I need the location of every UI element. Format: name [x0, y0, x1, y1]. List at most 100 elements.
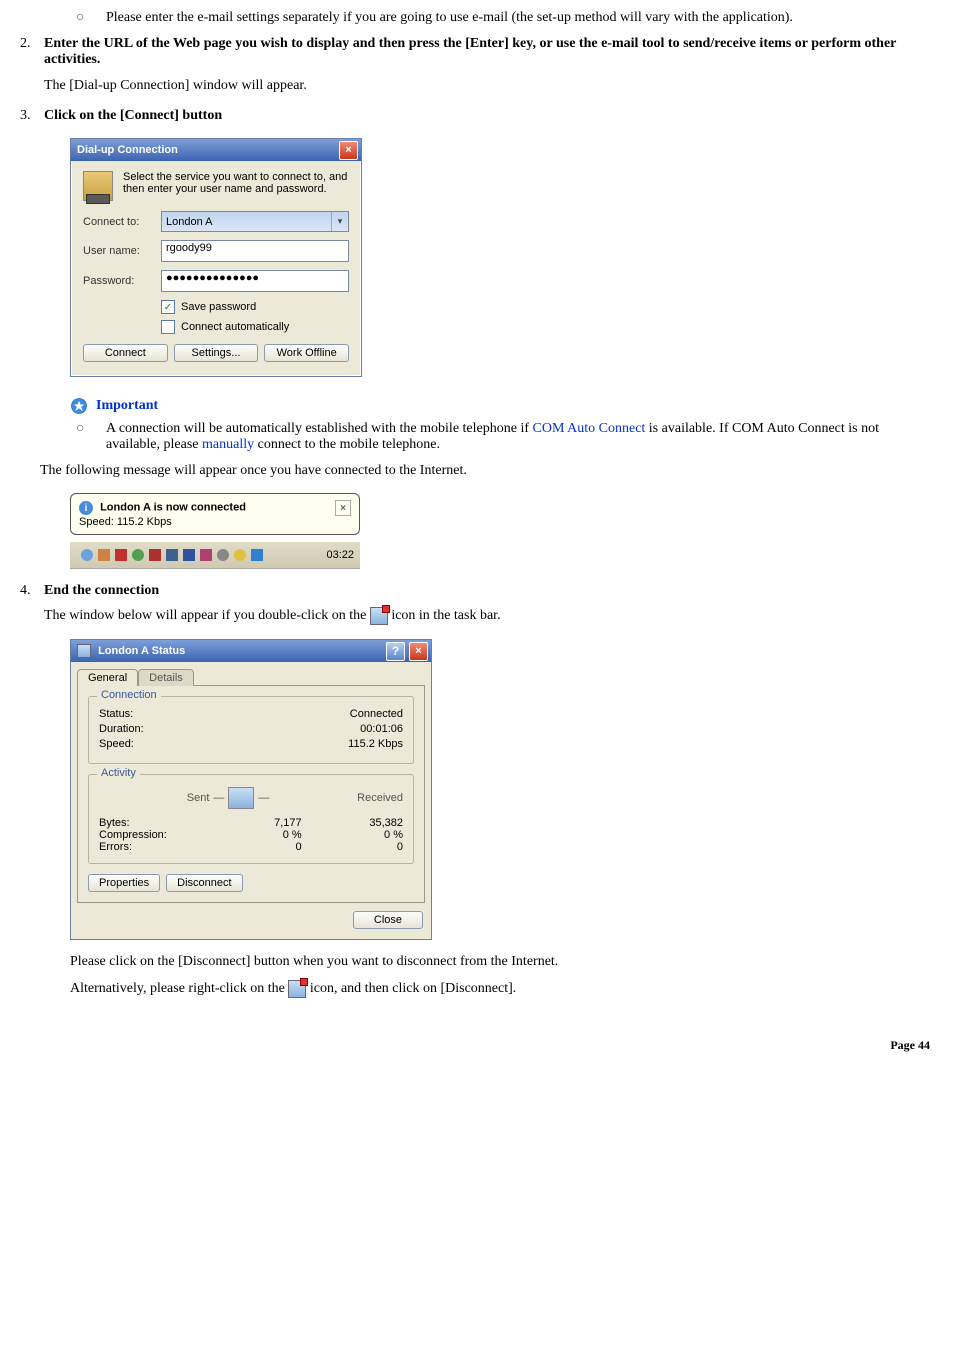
close-icon[interactable]: ×	[335, 500, 351, 516]
tray-icon[interactable]	[165, 548, 179, 562]
end-line1: Please click on the [Disconnect] button …	[70, 954, 934, 970]
work-offline-button[interactable]: Work Offline	[264, 344, 349, 362]
status-titlebar: London A Status ? ×	[71, 640, 431, 662]
dialup-title: Dial-up Connection	[77, 144, 178, 156]
dialup-titlebar: Dial-up Connection ×	[71, 139, 361, 161]
step3-title: Click on the [Connect] button	[44, 108, 934, 124]
important-post: connect to the mobile telephone.	[254, 437, 440, 452]
tab-details[interactable]: Details	[138, 669, 194, 686]
step4-line: The window below will appear if you doub…	[44, 607, 934, 625]
step4-pre: The window below will appear if you doub…	[44, 608, 370, 623]
step2-note: The [Dial-up Connection] window will app…	[44, 78, 934, 94]
status-dialog: London A Status ? × General Details Conn…	[70, 639, 432, 940]
tray-icon[interactable]	[148, 548, 162, 562]
post-important-text: The following message will appear once y…	[40, 463, 934, 479]
speed-value: 115.2 Kbps	[348, 738, 403, 750]
connect-button[interactable]: Connect	[83, 344, 168, 362]
modem-icon	[83, 171, 113, 201]
checkbox-checked-icon: ✓	[161, 300, 175, 314]
tray-icon[interactable]	[233, 548, 247, 562]
username-value: rgoody99	[166, 242, 212, 254]
sent-label: Sent	[187, 792, 210, 804]
com-auto-connect-link[interactable]: COM Auto Connect	[533, 421, 646, 436]
help-icon[interactable]: ?	[386, 642, 405, 661]
checkbox-icon	[161, 320, 175, 334]
page-number: Page 44	[20, 1038, 934, 1053]
end2-post: icon, and then click on [Disconnect].	[306, 981, 516, 996]
tray-icon[interactable]	[80, 548, 94, 562]
step-num: 3.	[20, 108, 44, 124]
end2-pre: Alternatively, please right-click on the	[70, 981, 288, 996]
tray-icon[interactable]	[114, 548, 128, 562]
comp-sent: 0 %	[200, 829, 301, 841]
save-password-label: Save password	[181, 301, 256, 313]
step4-title: End the connection	[44, 583, 934, 599]
settings-button[interactable]: Settings...	[174, 344, 259, 362]
important-pre: A connection will be automatically estab…	[106, 421, 533, 436]
balloon-title: London A is now connected	[100, 502, 246, 514]
group-activity: Activity	[97, 767, 140, 779]
username-label: User name:	[83, 245, 161, 257]
system-tray: 03:22	[70, 541, 360, 569]
info-icon: i	[79, 501, 93, 515]
step-num: 4.	[20, 583, 44, 625]
tray-icon[interactable]	[131, 548, 145, 562]
tab-general[interactable]: General	[77, 669, 138, 686]
connection-tray-icon	[370, 607, 388, 625]
dialup-intro: Select the service you want to connect t…	[123, 171, 349, 195]
close-button[interactable]: Close	[353, 911, 423, 929]
password-input[interactable]: ●●●●●●●●●●●●●●	[161, 270, 349, 292]
important-bullet: ○ A connection will be automatically est…	[70, 421, 934, 453]
computers-icon	[228, 787, 254, 809]
end-line2: Alternatively, please right-click on the…	[70, 980, 934, 998]
err-label: Errors:	[99, 841, 200, 853]
bullet-circle: ○	[70, 421, 106, 453]
close-icon[interactable]: ×	[409, 642, 428, 661]
chevron-down-icon[interactable]: ▾	[331, 212, 348, 231]
connect-auto-label: Connect automatically	[181, 321, 289, 333]
comp-label: Compression:	[99, 829, 200, 841]
properties-button[interactable]: Properties	[88, 874, 160, 892]
err-sent: 0	[200, 841, 301, 853]
tray-icon[interactable]	[199, 548, 213, 562]
step-2: 2. Enter the URL of the Web page you wis…	[20, 36, 934, 94]
tray-clock: 03:22	[326, 549, 354, 561]
save-password-checkbox[interactable]: ✓ Save password	[161, 300, 349, 314]
important-block: Important ○ A connection will be automat…	[70, 397, 934, 453]
duration-value: 00:01:06	[360, 723, 403, 735]
bytes-label: Bytes:	[99, 817, 200, 829]
balloon: i London A is now connected × Speed: 115…	[70, 493, 360, 535]
bullet-circle: ○	[70, 10, 106, 26]
step4-post: icon in the task bar.	[388, 608, 501, 623]
notification-block: i London A is now connected × Speed: 115…	[70, 493, 360, 569]
connect-to-label: Connect to:	[83, 216, 161, 228]
step-3: 3. Click on the [Connect] button	[20, 108, 934, 124]
disconnect-button[interactable]: Disconnect	[166, 874, 242, 892]
close-icon[interactable]: ×	[339, 141, 358, 160]
important-label: Important	[96, 398, 158, 414]
duration-label: Duration:	[99, 723, 144, 735]
connect-auto-checkbox[interactable]: Connect automatically	[161, 320, 349, 334]
comp-recv: 0 %	[302, 829, 403, 841]
password-value: ●●●●●●●●●●●●●●	[166, 272, 259, 284]
tray-icon[interactable]	[250, 548, 264, 562]
important-text: A connection will be automatically estab…	[106, 421, 934, 453]
tray-icon[interactable]	[97, 548, 111, 562]
connect-to-select[interactable]: London A ▾	[161, 211, 349, 232]
status-label: Status:	[99, 708, 133, 720]
password-label: Password:	[83, 275, 161, 287]
username-input[interactable]: rgoody99	[161, 240, 349, 262]
connection-icon	[77, 644, 91, 658]
dialup-dialog: Dial-up Connection × Select the service …	[70, 138, 362, 377]
status-title: London A Status	[98, 645, 185, 657]
speed-label: Speed:	[99, 738, 134, 750]
manually-link[interactable]: manually	[202, 437, 254, 452]
tray-icon[interactable]	[216, 548, 230, 562]
step-4: 4. End the connection The window below w…	[20, 583, 934, 625]
bytes-recv: 35,382	[302, 817, 403, 829]
tray-icon[interactable]	[182, 548, 196, 562]
connection-tray-icon	[288, 980, 306, 998]
connect-to-value: London A	[166, 216, 213, 228]
intro-text: Please enter the e-mail settings separat…	[106, 10, 793, 26]
status-value: Connected	[350, 708, 403, 720]
